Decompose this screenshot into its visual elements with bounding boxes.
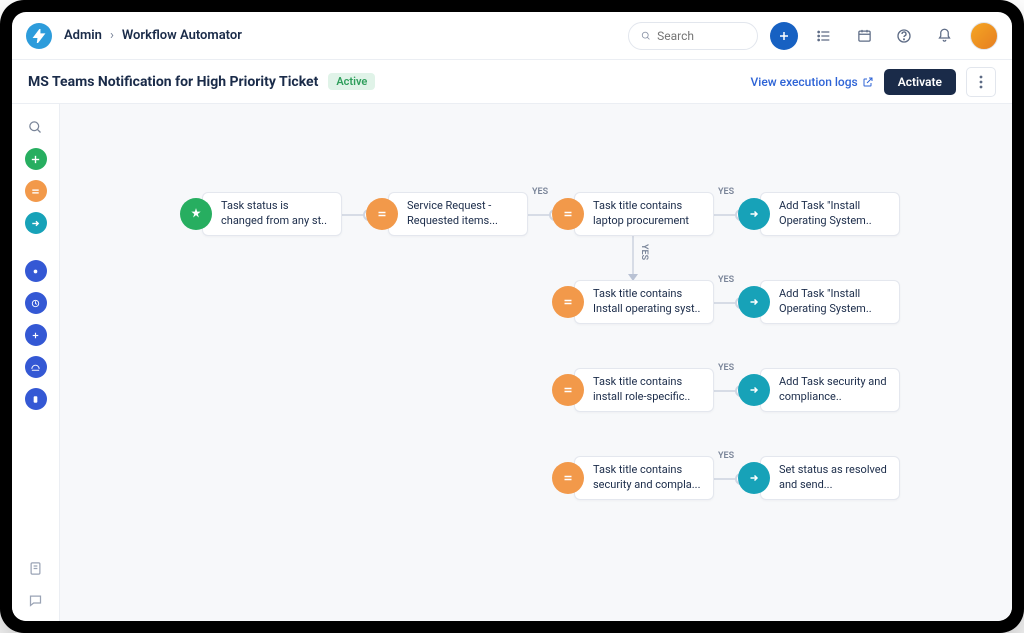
status-badge: Active xyxy=(328,73,375,90)
action-node-icon xyxy=(738,198,770,230)
chat-icon[interactable] xyxy=(25,589,47,611)
more-menu-button[interactable] xyxy=(966,67,996,97)
yes-label: YES xyxy=(639,244,649,260)
node-label: Task title contains install role-specifi… xyxy=(593,375,703,405)
search-icon xyxy=(641,30,651,42)
trigger-tool-icon[interactable] xyxy=(25,148,47,170)
condition-node-icon xyxy=(552,198,584,230)
tool-icon-2[interactable] xyxy=(25,292,47,314)
action-node-icon xyxy=(738,374,770,406)
avatar[interactable] xyxy=(970,22,998,50)
yes-label: YES xyxy=(718,363,734,373)
node-label: Set status as resolved and send... xyxy=(779,463,889,493)
node-action-resolve[interactable]: Set status as resolved and send... xyxy=(738,456,900,500)
condition-node-icon xyxy=(366,198,398,230)
node-condition-security[interactable]: Task title contains security and compla.… xyxy=(552,456,714,500)
action-node-icon xyxy=(738,462,770,494)
condition-tool-icon[interactable] xyxy=(25,180,47,202)
condition-node-icon xyxy=(552,374,584,406)
breadcrumb-root[interactable]: Admin xyxy=(64,28,102,43)
workflow-canvas[interactable]: YES YES YES YES YES YES xyxy=(60,104,1012,621)
node-action-security[interactable]: Add Task security and compliance.. xyxy=(738,368,900,412)
add-button[interactable] xyxy=(770,22,798,50)
yes-label: YES xyxy=(718,187,734,197)
yes-label: YES xyxy=(718,451,734,461)
node-condition-laptop[interactable]: Task title contains laptop procurement xyxy=(552,192,714,236)
action-node-icon xyxy=(738,286,770,318)
sub-header: MS Teams Notification for High Priority … xyxy=(12,60,1012,104)
node-action-install-os-1[interactable]: Add Task "Install Operating System.. xyxy=(738,192,900,236)
trigger-node-icon xyxy=(180,198,212,230)
action-tool-icon[interactable] xyxy=(25,212,47,234)
tool-icon-1[interactable] xyxy=(25,260,47,282)
node-action-install-os-2[interactable]: Add Task "Install Operating System.. xyxy=(738,280,900,324)
list-icon[interactable] xyxy=(810,22,838,50)
top-bar: Admin › Workflow Automator xyxy=(12,12,1012,60)
doc-icon[interactable] xyxy=(25,557,47,579)
bell-icon[interactable] xyxy=(930,22,958,50)
tool-icon-4[interactable] xyxy=(25,356,47,378)
view-logs-label: View execution logs xyxy=(751,75,858,89)
search-input[interactable] xyxy=(657,29,745,43)
help-icon[interactable] xyxy=(890,22,918,50)
node-condition-install-os[interactable]: Task title contains Install operating sy… xyxy=(552,280,714,324)
app-logo[interactable] xyxy=(26,23,52,49)
node-label: Add Task "Install Operating System.. xyxy=(779,199,889,229)
node-label: Task status is changed from any st.. xyxy=(221,199,331,229)
node-label: Task title contains Install operating sy… xyxy=(593,287,703,317)
condition-node-icon xyxy=(552,286,584,318)
tool-icon-5[interactable] xyxy=(25,388,47,410)
node-trigger[interactable]: Task status is changed from any st.. xyxy=(180,192,342,236)
node-label: Service Request - Requested items... xyxy=(407,199,517,229)
node-label: Add Task security and compliance.. xyxy=(779,375,889,405)
yes-label: YES xyxy=(718,275,734,285)
calendar-icon[interactable] xyxy=(850,22,878,50)
connector xyxy=(632,236,634,276)
tool-icon-3[interactable] xyxy=(25,324,47,346)
view-logs-link[interactable]: View execution logs xyxy=(751,75,874,89)
search-tool-icon[interactable] xyxy=(25,116,47,138)
breadcrumb-current[interactable]: Workflow Automator xyxy=(122,28,242,43)
condition-node-icon xyxy=(552,462,584,494)
tool-rail xyxy=(12,104,60,621)
page-title: MS Teams Notification for High Priority … xyxy=(28,74,318,90)
node-label: Add Task "Install Operating System.. xyxy=(779,287,889,317)
node-label: Task title contains security and compla.… xyxy=(593,463,703,493)
chevron-right-icon: › xyxy=(110,28,114,43)
activate-button[interactable]: Activate xyxy=(884,69,956,95)
external-link-icon xyxy=(862,76,874,88)
search-box[interactable] xyxy=(628,22,758,50)
breadcrumb: Admin › Workflow Automator xyxy=(64,28,242,43)
yes-label: YES xyxy=(532,187,548,197)
node-label: Task title contains laptop procurement xyxy=(593,199,703,229)
node-condition-role-specific[interactable]: Task title contains install role-specifi… xyxy=(552,368,714,412)
node-condition-service-request[interactable]: Service Request - Requested items... xyxy=(366,192,528,236)
